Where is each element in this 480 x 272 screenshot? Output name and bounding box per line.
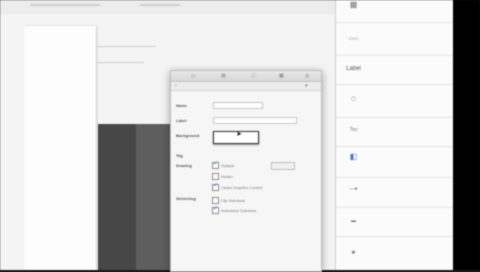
mouse-cursor-icon: ➤ (236, 131, 242, 138)
divider (336, 236, 453, 237)
library-item-segmented-control[interactable]: ▭▭ (335, 28, 453, 50)
clears-context-checkbox-row[interactable]: Clears Graphics Context (212, 182, 263, 191)
connection-line (96, 62, 144, 63)
clip-subviews-checkbox[interactable] (212, 197, 219, 204)
tag-row-label: Tag (176, 153, 183, 158)
library-item-text-field[interactable]: Tex (335, 121, 453, 147)
document-outline-panel[interactable] (24, 26, 96, 270)
divider (336, 55, 453, 56)
link-icon[interactable]: ◎ (305, 73, 309, 79)
button-icon: ▢ (351, 96, 356, 102)
top-bar-text (30, 4, 100, 6)
hidden-checkbox[interactable] (212, 173, 219, 180)
library-item-progress-view[interactable]: ▬ (335, 210, 453, 236)
clears-context-checkbox-label: Clears Graphics Context (221, 185, 263, 190)
name-row-label: Name (176, 103, 187, 108)
divider (336, 117, 453, 118)
table-icon: ▦ (349, 0, 358, 9)
opaque-checkbox-row[interactable]: Opaque (212, 160, 235, 169)
window-edge-black-bar (453, 0, 480, 270)
library-item-button[interactable]: ▢ (335, 88, 453, 116)
hidden-checkbox-label: Hidden (221, 174, 234, 179)
library-item-table-view[interactable]: ▦ (335, 0, 453, 14)
background-row-label: Background (176, 133, 200, 138)
divider (336, 22, 453, 23)
library-item-activity-indicator[interactable]: ✺ (335, 240, 453, 270)
connection-line (96, 46, 156, 47)
label-field[interactable] (213, 117, 297, 124)
inspector-toolbar: ▭ ▤ ⓘ ▦ ◎ (171, 71, 321, 82)
hidden-checkbox-row[interactable]: Hidden (212, 173, 234, 180)
segmented-control-icon: ▭▭ (348, 36, 359, 42)
autoresize-checkbox-label: Autoresize Subviews (221, 208, 257, 213)
library-item-switch[interactable]: ◧ (335, 150, 453, 176)
ruler-icon[interactable]: ▦ (279, 73, 284, 79)
attributes-inspector-window[interactable]: ▭ ▤ ⓘ ▦ ◎ ‹ ▾ (170, 70, 322, 272)
divider (336, 146, 453, 147)
label-row-label: Label (176, 118, 187, 123)
top-bar-text (140, 4, 180, 6)
name-field[interactable] (213, 102, 263, 109)
editor-top-bar (0, 0, 335, 14)
opaque-checkbox-label: Opaque (221, 163, 235, 168)
divider (336, 177, 453, 178)
view-placeholder-dark[interactable] (98, 124, 136, 270)
stretching-row-label: Stretching (176, 196, 196, 201)
tab-icon[interactable]: ▤ (221, 73, 226, 79)
circle-info-icon[interactable]: ⓘ (251, 73, 256, 79)
activity-indicator-icon: ✺ (351, 250, 356, 256)
clip-subviews-checkbox-label: Clip Subviews (221, 198, 245, 203)
inspector-subtoolbar: ‹ ▾ (171, 82, 321, 91)
clears-context-checkbox[interactable] (212, 182, 219, 191)
library-item-label[interactable]: Label (335, 60, 453, 82)
library-item-slider[interactable]: —● (335, 180, 453, 206)
opaque-checkbox[interactable] (212, 160, 219, 169)
slider-icon: —● (349, 186, 358, 192)
progress-view-icon: ▬ (351, 218, 356, 224)
divider (336, 84, 453, 85)
document-icon[interactable]: ▭ (191, 73, 196, 79)
hidden-toggle-button[interactable] (271, 162, 295, 170)
text-field-icon: Tex (349, 127, 358, 133)
chevron-left-icon[interactable]: ‹ (175, 83, 177, 89)
autoresize-checkbox-row[interactable]: Autoresize Subviews (212, 205, 257, 214)
switch-icon: ◧ (349, 152, 358, 161)
chevron-down-icon[interactable]: ▾ (305, 83, 308, 89)
label-icon: Label (346, 66, 361, 72)
divider (336, 207, 453, 208)
drawing-row-label: Drawing (176, 163, 192, 168)
clip-subviews-checkbox-row[interactable]: Clip Subviews (212, 197, 245, 204)
xcode-interface-builder-screen: ▭ ▤ ⓘ ▦ ◎ ‹ ▾ Name Label Background ➤ Ta… (0, 0, 480, 272)
autoresize-checkbox[interactable] (212, 205, 219, 214)
